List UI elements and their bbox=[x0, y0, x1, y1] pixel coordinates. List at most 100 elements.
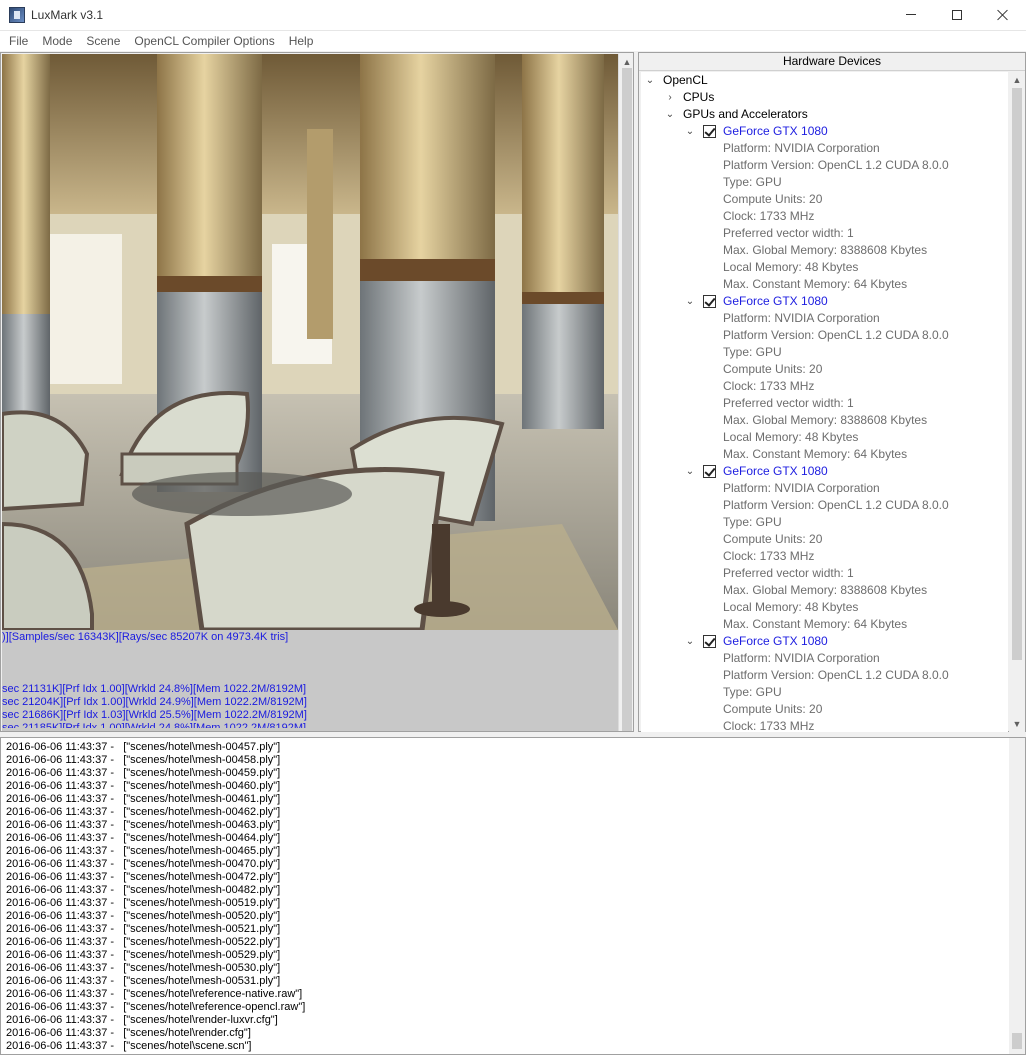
log-line: 2016-06-06 11:43:37 - ["scenes/hotel\ren… bbox=[6, 1014, 278, 1027]
window-title: LuxMark v3.1 bbox=[31, 8, 104, 22]
log-line: 2016-06-06 11:43:37 - ["scenes/hotel\mes… bbox=[6, 845, 280, 858]
device-property-label: Max. Global Memory: 8388608 Kbytes bbox=[723, 243, 928, 257]
close-button[interactable] bbox=[980, 0, 1026, 31]
device-property-label: Platform Version: OpenCL 1.2 CUDA 8.0.0 bbox=[723, 158, 949, 172]
device-property-label: Preferred vector width: 1 bbox=[723, 396, 854, 410]
hotel-lobby-render bbox=[2, 54, 618, 630]
tree-node-device[interactable]: ⌄ GeForce GTX 1080 bbox=[641, 123, 1001, 140]
log-timestamp: 2016-06-06 11:43:37 - bbox=[6, 936, 115, 948]
scroll-down-icon[interactable]: ▼ bbox=[1009, 716, 1025, 732]
device-name-label: GeForce GTX 1080 bbox=[723, 294, 828, 308]
chevron-down-icon[interactable]: ⌄ bbox=[684, 293, 696, 310]
log-message: ["scenes/hotel\mesh-00529.ply"] bbox=[123, 949, 281, 961]
log-line: 2016-06-06 11:43:37 - ["scenes/hotel\ref… bbox=[6, 988, 302, 1001]
device-property-label: Max. Global Memory: 8388608 Kbytes bbox=[723, 583, 928, 597]
chevron-down-icon[interactable]: ⌄ bbox=[664, 106, 676, 123]
log-message: ["scenes/hotel\mesh-00460.ply"] bbox=[123, 780, 281, 792]
log-vertical-scrollbar[interactable] bbox=[1009, 738, 1025, 1054]
device-property-label: Platform: NVIDIA Corporation bbox=[723, 311, 880, 325]
chevron-down-icon[interactable]: ⌄ bbox=[684, 463, 696, 480]
device-property-label: Max. Constant Memory: 64 Kbytes bbox=[723, 277, 908, 291]
log-message: ["scenes/hotel\mesh-00457.ply"] bbox=[123, 741, 281, 753]
log-timestamp: 2016-06-06 11:43:37 - bbox=[6, 1014, 115, 1026]
render-stats-panel: )][Samples/sec 16343K][Rays/sec 85207K o… bbox=[2, 630, 618, 731]
log-timestamp: 2016-06-06 11:43:37 - bbox=[6, 988, 115, 1000]
menu-opencl-compiler-options[interactable]: OpenCL Compiler Options bbox=[127, 31, 281, 51]
chevron-down-icon[interactable]: ⌄ bbox=[684, 633, 696, 650]
log-timestamp: 2016-06-06 11:43:37 - bbox=[6, 949, 115, 961]
scroll-up-icon[interactable]: ▲ bbox=[1009, 72, 1025, 88]
log-message: ["scenes/hotel\mesh-00461.ply"] bbox=[123, 793, 281, 805]
log-separator bbox=[114, 1027, 123, 1039]
render-preview-image[interactable] bbox=[2, 54, 618, 630]
menu-mode[interactable]: Mode bbox=[35, 31, 79, 51]
log-line: 2016-06-06 11:43:37 - ["scenes/hotel\mes… bbox=[6, 923, 280, 936]
log-message: ["scenes/hotel\mesh-00531.ply"] bbox=[123, 975, 281, 987]
device-property-label: Max. Global Memory: 8388608 Kbytes bbox=[723, 413, 928, 427]
device-stats-line: sec 21686K][Prf Idx 1.03][Wrkld 25.5%][M… bbox=[2, 709, 307, 721]
log-separator bbox=[114, 741, 123, 753]
log-timestamp: 2016-06-06 11:43:37 - bbox=[6, 780, 115, 792]
log-timestamp: 2016-06-06 11:43:37 - bbox=[6, 754, 115, 766]
log-message: ["scenes/hotel\mesh-00462.ply"] bbox=[123, 806, 281, 818]
chevron-right-icon[interactable]: › bbox=[664, 89, 676, 106]
luxmark-app-icon[interactable] bbox=[9, 7, 25, 23]
scroll-thumb[interactable] bbox=[622, 68, 632, 731]
log-message: ["scenes/hotel\mesh-00458.ply"] bbox=[123, 754, 281, 766]
menu-scene[interactable]: Scene bbox=[79, 31, 127, 51]
chevron-down-icon[interactable]: ⌄ bbox=[684, 123, 696, 140]
device-property-label: Platform: NVIDIA Corporation bbox=[723, 481, 880, 495]
log-separator bbox=[114, 767, 123, 779]
log-line: 2016-06-06 11:43:37 - ["scenes/hotel\mes… bbox=[6, 884, 280, 897]
log-message: ["scenes/hotel\mesh-00522.ply"] bbox=[123, 936, 281, 948]
log-separator bbox=[114, 832, 123, 844]
device-property-row: Max. Constant Memory: 64 Kbytes bbox=[641, 616, 1001, 633]
hardware-vertical-scrollbar[interactable]: ▲ ▼ bbox=[1009, 72, 1025, 732]
log-message: ["scenes/hotel\reference-native.raw"] bbox=[123, 988, 303, 1000]
log-output-pane[interactable]: 2016-06-06 11:43:37 - ["scenes/hotel\mes… bbox=[0, 737, 1026, 1055]
device-property-row: Compute Units: 20 bbox=[641, 701, 1001, 718]
device-property-label: Clock: 1733 MHz bbox=[723, 719, 815, 732]
log-separator bbox=[114, 897, 123, 909]
device-name-label: GeForce GTX 1080 bbox=[723, 124, 828, 138]
log-separator bbox=[114, 1014, 123, 1026]
tree-node-device[interactable]: ⌄ GeForce GTX 1080 bbox=[641, 463, 1001, 480]
scroll-thumb[interactable] bbox=[1012, 88, 1022, 660]
device-property-label: Compute Units: 20 bbox=[723, 702, 823, 716]
render-vertical-scrollbar[interactable]: ▲ ▼ bbox=[618, 54, 633, 731]
chevron-down-icon[interactable]: ⌄ bbox=[644, 72, 656, 89]
log-line: 2016-06-06 11:43:37 - ["scenes/hotel\mes… bbox=[6, 858, 280, 871]
minimize-button[interactable] bbox=[888, 0, 934, 31]
log-timestamp: 2016-06-06 11:43:37 - bbox=[6, 832, 115, 844]
device-property-label: Preferred vector width: 1 bbox=[723, 566, 854, 580]
tree-node-device[interactable]: ⌄ GeForce GTX 1080 bbox=[641, 293, 1001, 310]
checkbox-checked-icon[interactable] bbox=[703, 465, 716, 478]
device-property-label: Platform Version: OpenCL 1.2 CUDA 8.0.0 bbox=[723, 668, 949, 682]
menu-file[interactable]: File bbox=[2, 31, 35, 51]
scroll-thumb[interactable] bbox=[1012, 1033, 1022, 1049]
tree-node-gpus[interactable]: ⌄ GPUs and Accelerators bbox=[641, 106, 1001, 123]
device-property-row: Compute Units: 20 bbox=[641, 361, 1001, 378]
checkbox-checked-icon[interactable] bbox=[703, 125, 716, 138]
log-timestamp: 2016-06-06 11:43:37 - bbox=[6, 884, 115, 896]
tree-node-device[interactable]: ⌄ GeForce GTX 1080 bbox=[641, 633, 1001, 650]
device-property-label: Platform Version: OpenCL 1.2 CUDA 8.0.0 bbox=[723, 498, 949, 512]
maximize-button[interactable] bbox=[934, 0, 980, 31]
checkbox-checked-icon[interactable] bbox=[703, 295, 716, 308]
tree-node-cpus[interactable]: › CPUs bbox=[641, 89, 1001, 106]
menu-help[interactable]: Help bbox=[282, 31, 321, 51]
log-line: 2016-06-06 11:43:37 - ["scenes/hotel\mes… bbox=[6, 897, 280, 910]
log-message: ["scenes/hotel\mesh-00482.ply"] bbox=[123, 884, 281, 896]
tree-node-opencl[interactable]: ⌄ OpenCL bbox=[641, 72, 1001, 89]
log-timestamp: 2016-06-06 11:43:37 - bbox=[6, 741, 115, 753]
device-property-label: Type: GPU bbox=[723, 175, 782, 189]
device-property-row: Local Memory: 48 Kbytes bbox=[641, 259, 1001, 276]
log-separator bbox=[114, 949, 123, 961]
log-separator bbox=[114, 858, 123, 870]
device-property-label: Type: GPU bbox=[723, 345, 782, 359]
checkbox-checked-icon[interactable] bbox=[703, 635, 716, 648]
log-line: 2016-06-06 11:43:37 - ["scenes/hotel\mes… bbox=[6, 832, 280, 845]
device-property-label: Platform: NVIDIA Corporation bbox=[723, 141, 880, 155]
device-property-row: Type: GPU bbox=[641, 514, 1001, 531]
device-property-row: Compute Units: 20 bbox=[641, 191, 1001, 208]
